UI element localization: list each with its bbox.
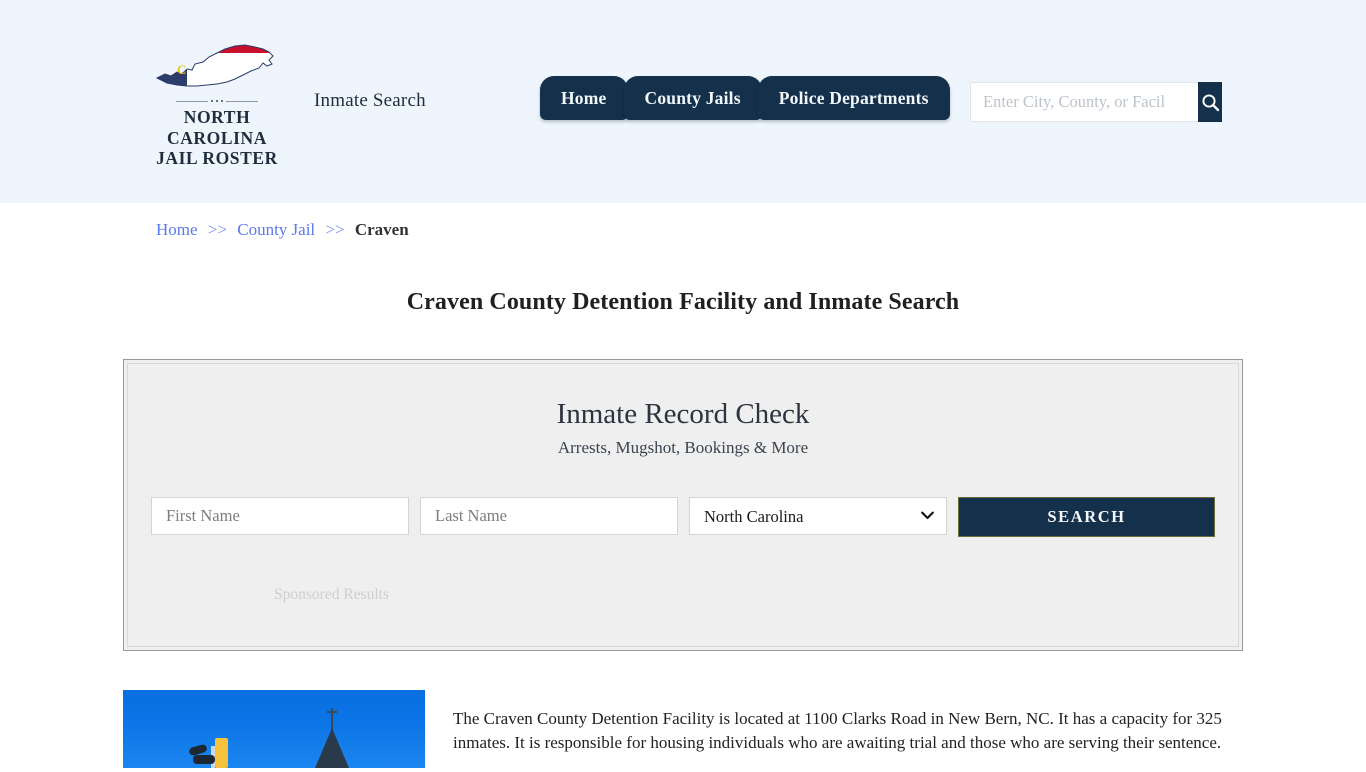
breadcrumb-separator: >> (207, 220, 227, 239)
site-header: C NORTH CAROLINA JAIL ROSTER Inmate Sear… (0, 0, 1366, 203)
state-select[interactable]: North Carolina (689, 497, 947, 535)
facility-description: The Craven County Detention Facility is … (453, 709, 1222, 753)
header-search-input[interactable] (970, 82, 1198, 122)
breadcrumb-item-county-jail[interactable]: County Jail (237, 220, 315, 239)
breadcrumb: Home >> County Jail >> Craven (156, 220, 409, 240)
state-select-wrapper: North Carolina (689, 497, 947, 535)
last-name-input[interactable] (420, 497, 678, 535)
facility-photo (123, 690, 425, 768)
first-name-input[interactable] (151, 497, 409, 535)
svg-text:C: C (177, 62, 186, 77)
inmate-search-submit-button[interactable]: SEARCH (958, 497, 1215, 537)
record-check-subtitle: Arrests, Mugshot, Bookings & More (557, 437, 809, 457)
breadcrumb-separator: >> (325, 220, 345, 239)
brand-name-line1: NORTH CAROLINA (166, 107, 268, 148)
header-search (970, 82, 1222, 122)
inmate-search-form: North Carolina SEARCH (151, 497, 1215, 537)
breadcrumb-item-current: Craven (354, 220, 409, 239)
site-logo[interactable]: C NORTH CAROLINA JAIL ROSTER (143, 36, 291, 169)
brand-name-line2: JAIL ROSTER (156, 148, 278, 169)
nav-item-police-departments[interactable]: Police Departments (757, 76, 950, 120)
site-tagline: Inmate Search (314, 90, 426, 111)
main-navigation: Home County Jails Police Departments (540, 76, 950, 120)
nav-item-county-jails[interactable]: County Jails (623, 76, 762, 120)
inmate-record-check-panel: Inmate Record Check Arrests, Mugshot, Bo… (123, 359, 1243, 651)
nav-item-home[interactable]: Home (540, 76, 628, 120)
sponsored-results-label: Sponsored Results (274, 586, 389, 603)
record-check-title: Inmate Record Check (556, 398, 810, 430)
facility-content-row: The Craven County Detention Facility is … (123, 690, 1243, 772)
search-icon (1201, 93, 1219, 111)
brand-divider (143, 100, 291, 102)
breadcrumb-item-home[interactable]: Home (156, 220, 198, 239)
page-title: Craven County Detention Facility and Inm… (406, 289, 960, 316)
north-carolina-state-map-flag-icon: C (151, 36, 283, 96)
header-search-button[interactable] (1198, 82, 1222, 122)
